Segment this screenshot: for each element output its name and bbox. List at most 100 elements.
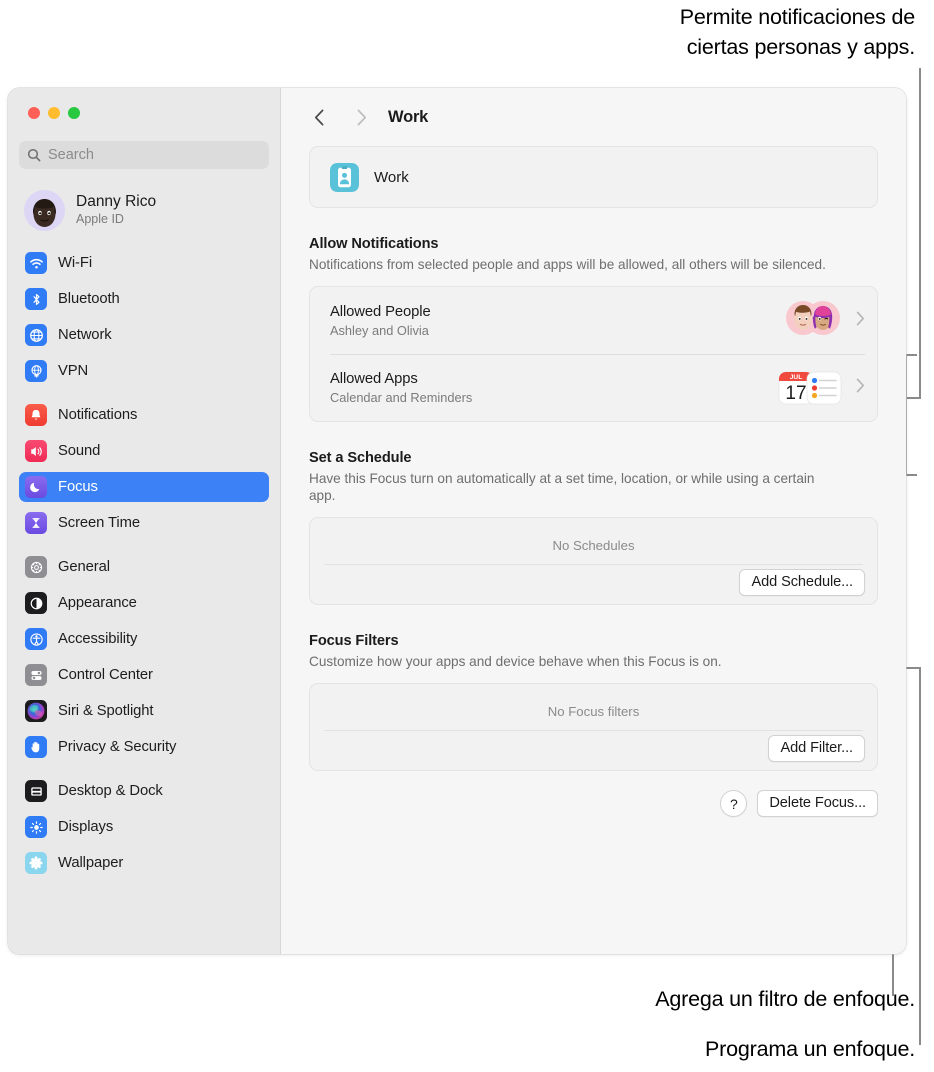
section-description: Have this Focus turn on automatically at… bbox=[309, 471, 815, 503]
window-traffic-lights bbox=[28, 107, 80, 119]
sidebar-group-system: General Appearance Accessibility Control… bbox=[19, 552, 269, 762]
row-title: Allowed People bbox=[330, 303, 431, 320]
svg-text:17: 17 bbox=[785, 383, 806, 404]
svg-text:JUL: JUL bbox=[790, 374, 802, 381]
sidebar-item-bluetooth[interactable]: Bluetooth bbox=[19, 284, 269, 314]
forward-button[interactable] bbox=[348, 104, 374, 130]
leader-line-schedule-vertical bbox=[919, 667, 921, 1045]
account-subtitle: Apple ID bbox=[76, 212, 124, 227]
sidebar-item-label: Bluetooth bbox=[58, 291, 120, 307]
chevron-left-icon bbox=[314, 109, 323, 125]
bluetooth-icon bbox=[25, 288, 47, 310]
close-button[interactable] bbox=[28, 107, 40, 119]
sidebar-group-alerts: Notifications Sound Focus Screen Time bbox=[19, 400, 269, 538]
chevron-right-icon bbox=[357, 109, 366, 125]
sidebar-item-privacy-security[interactable]: Privacy & Security bbox=[19, 732, 269, 762]
add-schedule-button[interactable]: Add Schedule... bbox=[739, 569, 865, 596]
chevron-right-icon bbox=[856, 378, 865, 398]
sidebar-item-label: Privacy & Security bbox=[58, 739, 177, 755]
sidebar-item-screen-time[interactable]: Screen Time bbox=[19, 508, 269, 538]
sidebar-item-accessibility[interactable]: Accessibility bbox=[19, 624, 269, 654]
sidebar-group-network: Wi-Fi Bluetooth Network VPN bbox=[19, 248, 269, 386]
focus-identity-card[interactable]: Work bbox=[309, 146, 878, 208]
sidebar-item-label: Sound bbox=[58, 443, 101, 459]
sidebar-item-label: Control Center bbox=[58, 667, 153, 683]
sidebar-item-label: Screen Time bbox=[58, 515, 140, 531]
leader-line-notifications-vertical bbox=[919, 68, 921, 399]
speaker-icon bbox=[25, 440, 47, 462]
sidebar-item-notifications[interactable]: Notifications bbox=[19, 400, 269, 430]
search-input[interactable]: Search bbox=[19, 141, 269, 169]
wifi-icon bbox=[25, 252, 47, 274]
search-icon bbox=[27, 148, 41, 162]
schedule-empty-label: No Schedules bbox=[552, 538, 635, 553]
sidebar-item-label: Desktop & Dock bbox=[58, 783, 163, 799]
callout-allow-notifications: Permite notificaciones de ciertas person… bbox=[679, 5, 915, 59]
sidebar-item-label: VPN bbox=[58, 363, 89, 379]
wallpaper-icon bbox=[25, 852, 47, 874]
sidebar-item-general[interactable]: General bbox=[19, 552, 269, 582]
sidebar-item-label: Appearance bbox=[58, 595, 137, 611]
sidebar-item-appearance[interactable]: Appearance bbox=[19, 588, 269, 618]
filters-card: No Focus filters Add Filter... bbox=[309, 683, 878, 771]
zoom-button[interactable] bbox=[68, 107, 80, 119]
sidebar-item-label: Focus bbox=[58, 479, 98, 495]
sidebar-group-desktop: Desktop & Dock Displays Wallpaper bbox=[19, 776, 269, 878]
sidebar-item-focus[interactable]: Focus bbox=[19, 472, 269, 502]
delete-focus-button[interactable]: Delete Focus... bbox=[757, 790, 878, 817]
callout-add-schedule: Programa un enfoque. bbox=[705, 1037, 915, 1061]
sidebar-item-label: Displays bbox=[58, 819, 114, 835]
sidebar-item-sound[interactable]: Sound bbox=[19, 436, 269, 466]
system-settings-window: Search Danny Rico Apple ID Wi-Fi Bluetoo… bbox=[8, 88, 906, 954]
sidebar-item-wallpaper[interactable]: Wallpaper bbox=[19, 848, 269, 878]
section-title: Set a Schedule bbox=[309, 450, 412, 466]
add-filter-button[interactable]: Add Filter... bbox=[768, 735, 865, 762]
footer-actions: ? Delete Focus... bbox=[309, 790, 878, 817]
sidebar-item-label: General bbox=[58, 559, 110, 575]
back-button[interactable] bbox=[306, 104, 332, 130]
memoji-pair-icon bbox=[782, 300, 844, 341]
sidebar-item-label: Wallpaper bbox=[58, 855, 124, 871]
avatar bbox=[24, 189, 65, 231]
minimize-button[interactable] bbox=[48, 107, 60, 119]
account-name: Danny Rico bbox=[76, 192, 157, 210]
sidebar-item-desktop-dock[interactable]: Desktop & Dock bbox=[19, 776, 269, 806]
divider bbox=[324, 564, 863, 565]
hand-icon bbox=[25, 736, 47, 758]
displays-icon bbox=[25, 816, 47, 838]
sidebar-item-wifi[interactable]: Wi-Fi bbox=[19, 248, 269, 278]
sidebar-item-network[interactable]: Network bbox=[19, 320, 269, 350]
network-icon bbox=[25, 324, 47, 346]
row-allowed-people[interactable]: Allowed People Ashley and Olivia bbox=[310, 287, 877, 354]
section-description: Notifications from selected people and a… bbox=[309, 257, 826, 272]
chevron-right-icon bbox=[856, 311, 865, 331]
sidebar: Search Danny Rico Apple ID Wi-Fi Bluetoo… bbox=[8, 88, 281, 954]
section-title: Focus Filters bbox=[309, 633, 399, 649]
sidebar-item-label: Siri & Spotlight bbox=[58, 703, 154, 719]
control-center-icon bbox=[25, 664, 47, 686]
sidebar-item-vpn[interactable]: VPN bbox=[19, 356, 269, 386]
sidebar-item-label: Wi-Fi bbox=[58, 255, 93, 271]
help-button[interactable]: ? bbox=[720, 790, 748, 817]
sidebar-nav: Wi-Fi Bluetooth Network VPN Notification… bbox=[19, 248, 269, 892]
row-subtitle: Ashley and Olivia bbox=[330, 322, 429, 338]
sidebar-item-displays[interactable]: Displays bbox=[19, 812, 269, 842]
focus-name: Work bbox=[374, 168, 409, 186]
callout-add-filter: Agrega un filtro de enfoque. bbox=[655, 987, 915, 1011]
leader-line-notifications-elbow bbox=[905, 397, 921, 399]
row-title: Allowed Apps bbox=[330, 370, 418, 387]
filters-empty-label: No Focus filters bbox=[547, 704, 640, 719]
section-title: Allow Notifications bbox=[309, 236, 439, 252]
account-row[interactable]: Danny Rico Apple ID bbox=[19, 185, 269, 235]
filters-header: Focus Filters Customize how your apps an… bbox=[309, 633, 878, 670]
row-subtitle: Calendar and Reminders bbox=[330, 389, 473, 405]
siri-icon bbox=[25, 700, 47, 722]
appearance-icon bbox=[25, 592, 47, 614]
desktop-dock-icon bbox=[25, 780, 47, 802]
hourglass-icon bbox=[25, 512, 47, 534]
sidebar-item-control-center[interactable]: Control Center bbox=[19, 660, 269, 690]
sidebar-item-siri-spotlight[interactable]: Siri & Spotlight bbox=[19, 696, 269, 726]
section-description: Customize how your apps and device behav… bbox=[309, 654, 722, 669]
row-allowed-apps[interactable]: Allowed Apps Calendar and Reminders JUL … bbox=[310, 354, 877, 421]
schedule-header: Set a Schedule Have this Focus turn on a… bbox=[309, 450, 878, 504]
